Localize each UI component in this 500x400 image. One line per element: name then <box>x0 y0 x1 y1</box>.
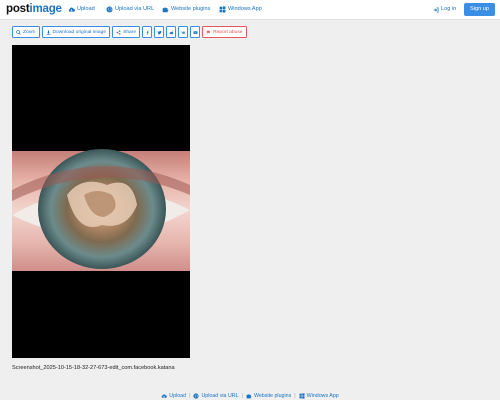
share-vk-button[interactable] <box>178 26 189 38</box>
share-button[interactable]: Share <box>112 26 141 38</box>
nav-windows-app[interactable]: Windows App <box>219 4 262 15</box>
footer-website-plugins-label: Website plugins <box>253 392 292 399</box>
report-abuse-label: Report abuse <box>213 29 243 35</box>
nav-upload-via-url[interactable]: Upload via URL <box>106 4 154 15</box>
cloud-upload-icon <box>161 393 168 398</box>
footer-upload-label: Upload <box>169 392 187 399</box>
top-bar: postimage Upload Upload via URL Website … <box>0 0 500 20</box>
postimage-logo[interactable]: postimage <box>6 2 62 16</box>
share-reddit-button[interactable] <box>166 26 177 38</box>
login-label: Log in <box>441 6 457 12</box>
report-abuse-button[interactable]: Report abuse <box>202 26 247 38</box>
windows-icon <box>219 6 226 13</box>
windows-icon <box>299 392 305 399</box>
flag-icon <box>206 30 211 34</box>
eye-closeup-image <box>12 45 190 358</box>
cloud-upload-icon <box>68 7 75 12</box>
logo-post-text: post <box>6 3 30 15</box>
nav-upload-via-url-label: Upload via URL <box>115 6 155 12</box>
download-icon <box>46 30 51 35</box>
footer-separator: | <box>241 392 243 399</box>
puzzle-icon <box>246 393 252 398</box>
zoom-label: Zoom <box>23 29 36 35</box>
footer-links: Upload | Upload via URL | Website plugin… <box>0 391 500 400</box>
image-filename: Screenshot_2025-10-15-18-32-27-673-edit_… <box>12 365 175 371</box>
twitter-icon <box>157 30 162 34</box>
footer-separator: | <box>294 392 296 399</box>
nav-website-plugins-label: Website plugins <box>171 6 211 12</box>
share-icon <box>116 29 121 35</box>
footer-windows-app-label: Windows App <box>306 392 339 399</box>
logo-image-text: image <box>29 3 62 15</box>
nav-website-plugins[interactable]: Website plugins <box>162 4 210 15</box>
share-twitter-button[interactable] <box>154 26 165 38</box>
share-email-button[interactable] <box>190 26 201 38</box>
footer-upload-link[interactable]: Upload <box>161 393 186 399</box>
download-original-label: Download original image <box>52 29 107 35</box>
download-original-button[interactable]: Download original image <box>41 26 111 38</box>
globe-icon <box>106 6 113 13</box>
email-icon <box>193 30 198 34</box>
image-toolbar: Zoom Download original image Share Repor… <box>12 26 247 38</box>
vk-icon <box>181 31 186 34</box>
hosted-image[interactable] <box>12 45 190 358</box>
footer-windows-app-link[interactable]: Windows App <box>299 393 339 399</box>
footer-website-plugins-link[interactable]: Website plugins <box>246 393 291 399</box>
sign-in-icon <box>433 7 439 12</box>
share-facebook-button[interactable] <box>142 26 153 38</box>
search-icon <box>16 29 21 35</box>
zoom-button[interactable]: Zoom <box>12 26 40 38</box>
nav-upload-label: Upload <box>77 6 95 12</box>
globe-icon <box>193 392 200 399</box>
footer-separator: | <box>189 392 191 399</box>
nav-upload[interactable]: Upload <box>68 4 95 15</box>
nav-windows-app-label: Windows App <box>228 6 262 12</box>
reddit-icon <box>169 30 173 34</box>
share-label: Share <box>123 29 137 35</box>
facebook-icon <box>146 30 149 34</box>
login-link[interactable]: Log in <box>433 4 456 15</box>
footer-upload-via-url-link[interactable]: Upload via URL <box>193 392 239 399</box>
signup-button[interactable]: Sign up <box>464 3 495 16</box>
puzzle-icon <box>162 7 169 13</box>
footer-upload-via-url-label: Upload via URL <box>201 392 239 399</box>
